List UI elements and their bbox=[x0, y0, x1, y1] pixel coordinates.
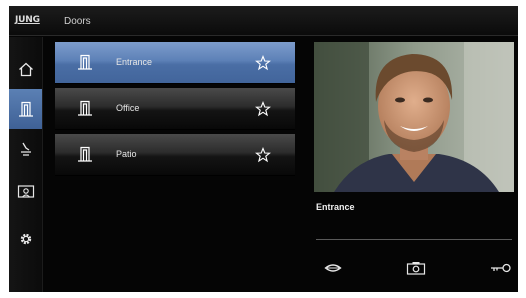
door-icon bbox=[78, 146, 92, 162]
divider bbox=[316, 239, 512, 240]
door-label: Patio bbox=[116, 149, 137, 159]
brand-logo: JUNG bbox=[15, 15, 40, 25]
page-title: Doors bbox=[64, 16, 91, 27]
sidebar-item-doors[interactable] bbox=[9, 89, 42, 129]
favorite-star-icon[interactable] bbox=[255, 55, 271, 71]
door-row-office[interactable]: Office bbox=[55, 88, 295, 130]
door-icon bbox=[18, 101, 33, 117]
sidebar-item-lights[interactable] bbox=[9, 129, 42, 169]
door-label: Office bbox=[116, 103, 140, 113]
favorite-star-icon[interactable] bbox=[255, 101, 271, 117]
sidebar-item-home[interactable] bbox=[9, 49, 42, 89]
sidebar-item-settings[interactable] bbox=[9, 219, 42, 259]
door-icon bbox=[78, 100, 92, 116]
sidebar-item-camera[interactable] bbox=[9, 172, 42, 212]
talk-button[interactable] bbox=[319, 258, 347, 278]
open-door-button[interactable] bbox=[487, 258, 515, 278]
favorite-star-icon[interactable] bbox=[255, 147, 271, 163]
visitor-video-image bbox=[314, 42, 514, 192]
top-bar: JUNG Doors bbox=[9, 6, 518, 36]
door-label: Entrance bbox=[116, 57, 153, 67]
key-icon bbox=[491, 263, 511, 273]
camera-label: Entrance bbox=[316, 202, 355, 212]
door-row-patio[interactable]: Patio bbox=[55, 134, 295, 176]
door-row-entrance[interactable]: Entrance bbox=[55, 42, 295, 84]
snapshot-button[interactable] bbox=[402, 258, 430, 278]
home-icon bbox=[18, 62, 33, 76]
camera-icon bbox=[17, 185, 34, 198]
app-screen: JUNG Doors Entrance Office Patio Entranc… bbox=[9, 6, 518, 292]
gear-icon bbox=[20, 233, 31, 245]
light-switch-icon bbox=[20, 142, 31, 156]
camera-feed bbox=[314, 42, 514, 192]
speak-icon bbox=[324, 264, 342, 272]
sidebar bbox=[9, 37, 43, 292]
photo-camera-icon bbox=[406, 262, 426, 275]
door-icon bbox=[78, 54, 92, 70]
